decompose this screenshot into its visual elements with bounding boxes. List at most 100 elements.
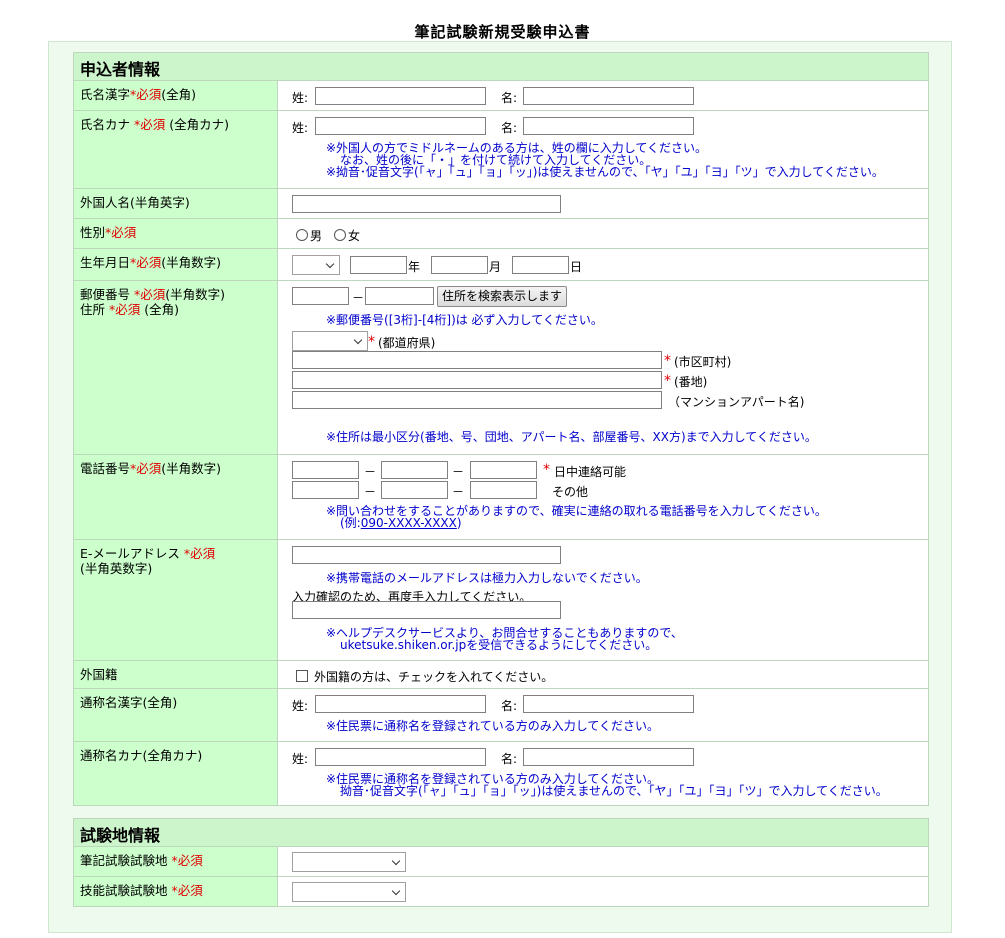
row-foreign-name: 外国人名(半角英字) [73, 188, 929, 219]
phone1-area-input[interactable] [292, 461, 359, 479]
banchi-required-star: * [664, 373, 671, 389]
label-alias-kanji: 通称名漢字(全角) [73, 688, 278, 742]
row-email: E-メールアドレス *必須 (半角英数字) ※携帯電話のメールアドレスは極力入力し… [73, 539, 929, 661]
alias-kanji-sei-input[interactable] [315, 695, 486, 713]
nationality-checkbox[interactable] [296, 670, 308, 682]
written-exam-site-select[interactable] [292, 852, 406, 872]
building-input[interactable] [292, 391, 662, 409]
mei-label: 名: [501, 121, 518, 135]
day-label: 日 [570, 260, 583, 274]
label-foreign-name: 外国人名(半角英字) [73, 188, 278, 219]
sei-label: 姓: [292, 91, 309, 105]
row-address: 郵便番号 *必須(半角数字) 住所 *必須 (全角) － 住所を検索表示します … [73, 280, 929, 455]
label-practical-exam: 技能試験試験地 *必須 [73, 876, 278, 907]
form-container: 申込者情報 氏名漢字*必須(全角) 姓: 名: 氏名カナ *必須 (全角カナ) … [48, 41, 952, 933]
phone-dash: － [452, 485, 465, 499]
birth-era-select[interactable] [292, 255, 340, 275]
row-name-kanji: 氏名漢字*必須(全角) 姓: 名: [73, 80, 929, 111]
phone-dash: － [452, 465, 465, 479]
label-phone: 電話番号*必須(半角数字) [73, 454, 278, 540]
row-alias-kanji: 通称名漢字(全角) 姓: 名: ※住民票に通称名を登録されている方のみ入力してく… [73, 688, 929, 742]
pref-required-star: * [368, 334, 375, 350]
row-written-exam: 筆記試験試験地 *必須 [73, 846, 929, 877]
label-written-exam: 筆記試験試験地 *必須 [73, 846, 278, 877]
radio-female[interactable] [334, 229, 346, 241]
phone2-local-input[interactable] [381, 481, 448, 499]
city-label: (市区町村) [674, 355, 732, 369]
row-alias-kana: 通称名カナ(全角カナ) 姓: 名: ※住民票に通称名を登録されている方のみ入力し… [73, 741, 929, 806]
alias-kanji-mei-input[interactable] [523, 695, 694, 713]
phone2-area-input[interactable] [292, 481, 359, 499]
label-alias-kana: 通称名カナ(全角カナ) [73, 741, 278, 806]
row-nationality: 外国籍 外国籍の方は、チェックを入れてください。 [73, 660, 929, 689]
practical-exam-site-select[interactable] [292, 882, 406, 902]
banchi-label: (番地) [674, 375, 708, 389]
pref-label: (都道府県) [378, 336, 436, 350]
sei-label: 姓: [292, 752, 309, 766]
mei-label: 名: [501, 752, 518, 766]
name-kanji-sei-input[interactable] [315, 87, 486, 105]
sei-label: 姓: [292, 699, 309, 713]
address-note: ※住所は最小区分(番地、号、団地、アパート名、部屋番号、XX方)まで入力してくだ… [326, 430, 817, 444]
phone-dash: － [364, 465, 377, 479]
row-gender: 性別*必須 男 女 [73, 218, 929, 249]
phone1-local-input[interactable] [381, 461, 448, 479]
alias-kana-sei-input[interactable] [315, 748, 486, 766]
daytime-label: 日中連絡可能 [554, 465, 627, 479]
email-input[interactable] [292, 546, 561, 564]
building-label: （マンションアパート名) [668, 395, 805, 409]
kana-note-3: ※拗音･促音文字(「ャ」「ュ」「ョ」「ッ」)は使えませんので、「ヤ」「ユ」「ヨ」… [326, 165, 884, 179]
alias-kana-note-2: 拗音･促音文字(「ャ」「ュ」「ョ」「ッ」)は使えませんので、「ヤ」「ユ」「ヨ」「… [340, 784, 888, 798]
email-note-3: uketsuke.shiken.or.jpを受信できるようにしてください。 [340, 638, 658, 652]
name-kana-mei-input[interactable] [523, 117, 694, 135]
label-birthdate: 生年月日*必須(半角数字) [73, 248, 278, 281]
gender-male-option[interactable]: 男 [296, 227, 322, 244]
address-search-button[interactable]: 住所を検索表示します [437, 286, 567, 307]
phone-dash: － [364, 485, 377, 499]
birth-year-input[interactable] [350, 256, 407, 274]
exam-section: 試験地情報 筆記試験試験地 *必須 技能試験試験地 *必須 [73, 818, 929, 907]
sei-label: 姓: [292, 121, 309, 135]
phone-example-link[interactable]: 090-XXXX-XXXX [361, 516, 457, 530]
month-label: 月 [489, 260, 502, 274]
city-required-star: * [664, 353, 671, 369]
city-input[interactable] [292, 351, 662, 369]
email-confirm-input[interactable] [292, 601, 561, 619]
prefecture-select[interactable] [292, 331, 368, 351]
page-title: 筆記試験新規受験申込書 [414, 23, 591, 41]
other-label: その他 [552, 485, 589, 499]
label-name-kana: 氏名カナ *必須 (全角カナ) [73, 110, 278, 189]
banchi-input[interactable] [292, 371, 662, 389]
phone1-number-input[interactable] [470, 461, 537, 479]
alias-kana-mei-input[interactable] [523, 748, 694, 766]
alias-kanji-note: ※住民票に通称名を登録されている方のみ入力してください。 [326, 719, 659, 733]
phone-example: (例:090-XXXX-XXXX) [340, 516, 462, 530]
nationality-option[interactable]: 外国籍の方は、チェックを入れてください。 [296, 668, 553, 685]
label-nationality: 外国籍 [73, 660, 278, 689]
foreign-name-input[interactable] [292, 195, 561, 213]
label-email: E-メールアドレス *必須 (半角英数字) [73, 539, 278, 661]
zip-note: ※郵便番号([3桁]-[4桁])は 必ず入力してください。 [326, 313, 603, 327]
birth-month-input[interactable] [431, 256, 488, 274]
label-name-kanji: 氏名漢字*必須(全角) [73, 80, 278, 111]
applicant-section: 申込者情報 氏名漢字*必須(全角) 姓: 名: 氏名カナ *必須 (全角カナ) … [73, 52, 929, 806]
mei-label: 名: [501, 699, 518, 713]
zip-second-input[interactable] [365, 287, 434, 305]
name-kana-sei-input[interactable] [315, 117, 486, 135]
birth-day-input[interactable] [512, 256, 569, 274]
row-birthdate: 生年月日*必須(半角数字) 年 月 日 [73, 248, 929, 281]
year-label: 年 [408, 260, 421, 274]
zip-dash: － [352, 291, 365, 305]
phone2-number-input[interactable] [470, 481, 537, 499]
radio-male[interactable] [296, 229, 308, 241]
label-gender: 性別*必須 [73, 218, 278, 249]
zip-first-input[interactable] [292, 287, 349, 305]
name-kanji-mei-input[interactable] [523, 87, 694, 105]
exam-header: 試験地情報 [73, 818, 929, 847]
email-note-1: ※携帯電話のメールアドレスは極力入力しないでください。 [326, 571, 648, 585]
gender-female-option[interactable]: 女 [334, 227, 360, 244]
applicant-header: 申込者情報 [73, 52, 929, 81]
row-name-kana: 氏名カナ *必須 (全角カナ) 姓: 名: ※外国人の方でミドルネームのある方は… [73, 110, 929, 189]
label-address: 郵便番号 *必須(半角数字) 住所 *必須 (全角) [73, 280, 278, 455]
row-phone: 電話番号*必須(半角数字) － － * 日中連絡可能 － － その他 ※問い合わ… [73, 454, 929, 540]
